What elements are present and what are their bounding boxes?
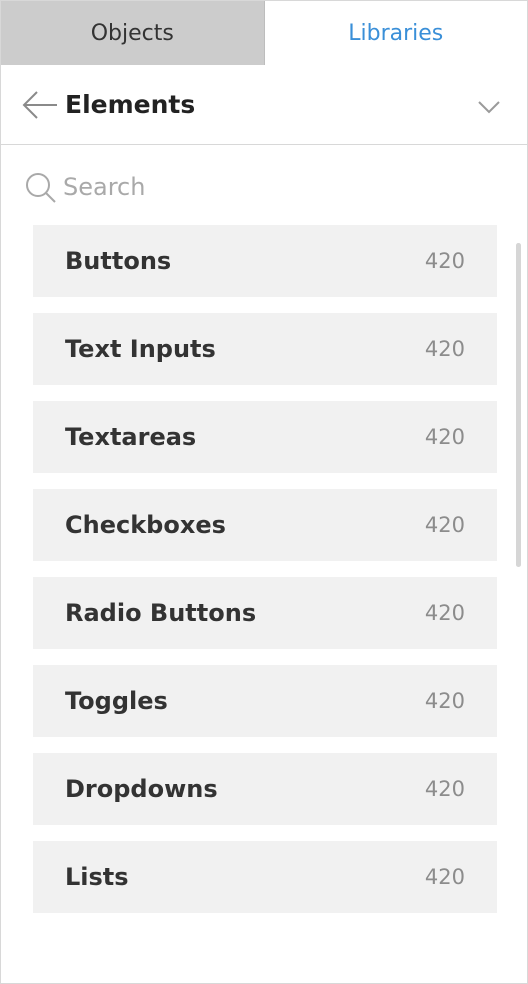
item-label: Buttons (65, 247, 172, 275)
library-title: Elements (65, 90, 196, 119)
scrollbar-thumb[interactable] (516, 243, 521, 567)
arrow-left-icon (22, 91, 57, 119)
list-item-radio-buttons[interactable]: Radio Buttons 420 (33, 577, 497, 649)
item-count: 420 (424, 865, 465, 889)
list-item-checkboxes[interactable]: Checkboxes 420 (33, 489, 497, 561)
list-item-lists[interactable]: Lists 420 (33, 841, 497, 913)
search-bar (23, 165, 503, 209)
item-count: 420 (424, 425, 465, 449)
tab-libraries[interactable]: Libraries (264, 1, 527, 65)
list-item-textareas[interactable]: Textareas 420 (33, 401, 497, 473)
list-item-toggles[interactable]: Toggles 420 (33, 665, 497, 737)
item-label: Textareas (65, 423, 197, 451)
back-button[interactable] (21, 89, 59, 121)
collapse-button[interactable] (475, 93, 503, 121)
item-count: 420 (424, 777, 465, 801)
element-category-list: Buttons 420 Text Inputs 420 Textareas 42… (33, 225, 497, 929)
list-item-text-inputs[interactable]: Text Inputs 420 (33, 313, 497, 385)
list-scrollbar[interactable] (516, 243, 521, 567)
tab-objects[interactable]: Objects (1, 1, 265, 65)
item-count: 420 (424, 249, 465, 273)
search-input[interactable] (63, 167, 483, 207)
search-icon (26, 173, 56, 203)
chevron-down-icon (478, 101, 500, 114)
library-header: Elements (1, 65, 527, 145)
item-count: 420 (424, 601, 465, 625)
tab-libraries-label: Libraries (348, 20, 444, 46)
item-label: Toggles (65, 687, 168, 715)
item-count: 420 (424, 689, 465, 713)
item-label: Lists (65, 863, 129, 891)
libraries-panel: Objects Libraries Elements Buttons (0, 0, 528, 984)
tab-objects-label: Objects (90, 20, 174, 46)
list-item-buttons[interactable]: Buttons 420 (33, 225, 497, 297)
item-label: Radio Buttons (65, 599, 257, 627)
item-count: 420 (424, 337, 465, 361)
item-label: Checkboxes (65, 511, 226, 539)
item-count: 420 (424, 513, 465, 537)
item-label: Dropdowns (65, 775, 218, 803)
tab-bar: Objects Libraries (1, 1, 527, 65)
item-label: Text Inputs (65, 335, 216, 363)
list-item-dropdowns[interactable]: Dropdowns 420 (33, 753, 497, 825)
